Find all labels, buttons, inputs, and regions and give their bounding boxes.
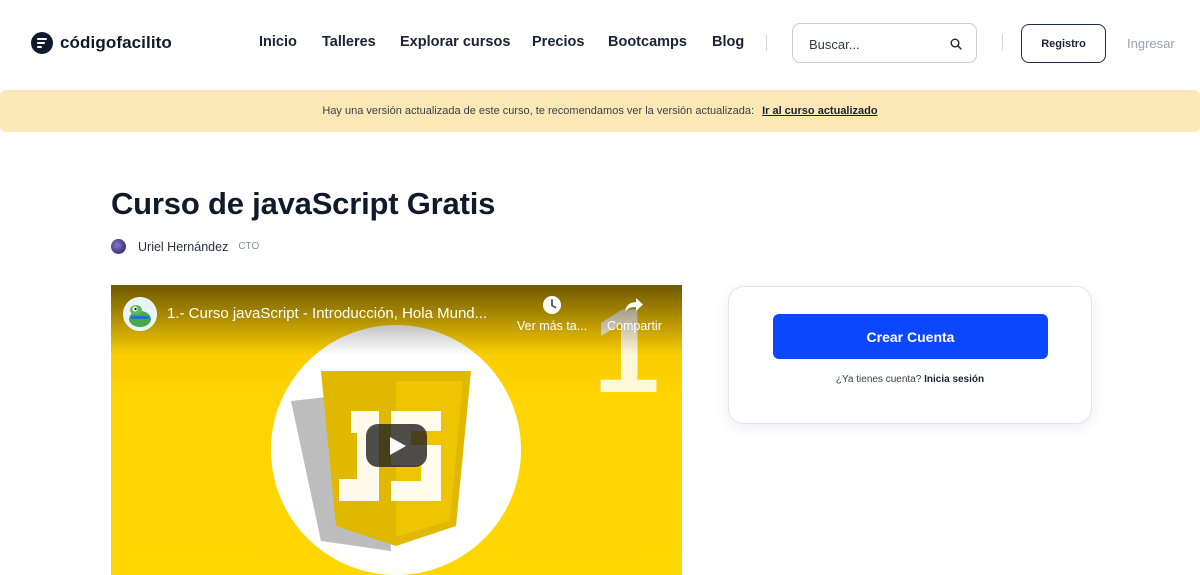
logo-icon [31,32,53,54]
author-role: CTO [238,241,260,252]
video-title[interactable]: 1.- Curso javaScript - Introducción, Hol… [167,305,512,322]
share-button[interactable]: Compartir [607,295,662,333]
register-button[interactable]: Registro [1021,24,1106,63]
nav-item-explorar-cursos[interactable]: Explorar cursos [400,34,510,50]
watch-later-label: Ver más ta... [517,319,588,333]
update-banner: Hay una versión actualizada de este curs… [0,90,1200,132]
auth-divider [1002,34,1003,51]
nav-divider [766,34,767,51]
play-icon[interactable] [366,424,427,467]
login-prompt-line: ¿Ya tienes cuenta? Inicia sesión [729,374,1091,385]
nav-item-inicio[interactable]: Inicio [259,34,297,50]
create-account-button[interactable]: Crear Cuenta [773,314,1048,359]
nav-item-blog[interactable]: Blog [712,34,744,50]
video-player[interactable]: 1 1.- Curso javaScript - Introducción, H… [111,285,682,575]
nav-item-precios[interactable]: Precios [532,34,584,50]
banner-updated-course-link[interactable]: Ir al curso actualizado [762,105,878,117]
signin-link[interactable]: Inicia sesión [924,374,984,385]
brand-logo[interactable]: códigofacilito [31,32,172,54]
banner-message: Hay una versión actualizada de este curs… [322,105,755,117]
author-avatar [111,239,126,254]
search-box[interactable] [792,23,977,63]
search-icon[interactable] [950,38,962,50]
channel-avatar[interactable] [123,297,157,331]
page-title: Curso de javaScript Gratis [111,186,496,221]
login-link[interactable]: Ingresar [1127,36,1175,51]
clock-icon [543,296,562,314]
watch-later-button[interactable]: Ver más ta... [517,295,587,333]
brand-name: códigofacilito [60,33,172,52]
search-input[interactable] [809,34,939,54]
login-prompt: ¿Ya tienes cuenta? [835,374,922,385]
nav-item-bootcamps[interactable]: Bootcamps [608,34,687,50]
author-name: Uriel Hernández [138,239,229,254]
course-author: Uriel Hernández CTO [111,239,259,254]
signup-card: Crear Cuenta ¿Ya tienes cuenta? Inicia s… [728,286,1092,424]
share-label: Compartir [607,319,662,333]
share-icon [625,298,644,312]
nav-item-talleres[interactable]: Talleres [322,34,376,50]
site-header: códigofacilito Inicio Talleres Explorar … [0,0,1200,88]
